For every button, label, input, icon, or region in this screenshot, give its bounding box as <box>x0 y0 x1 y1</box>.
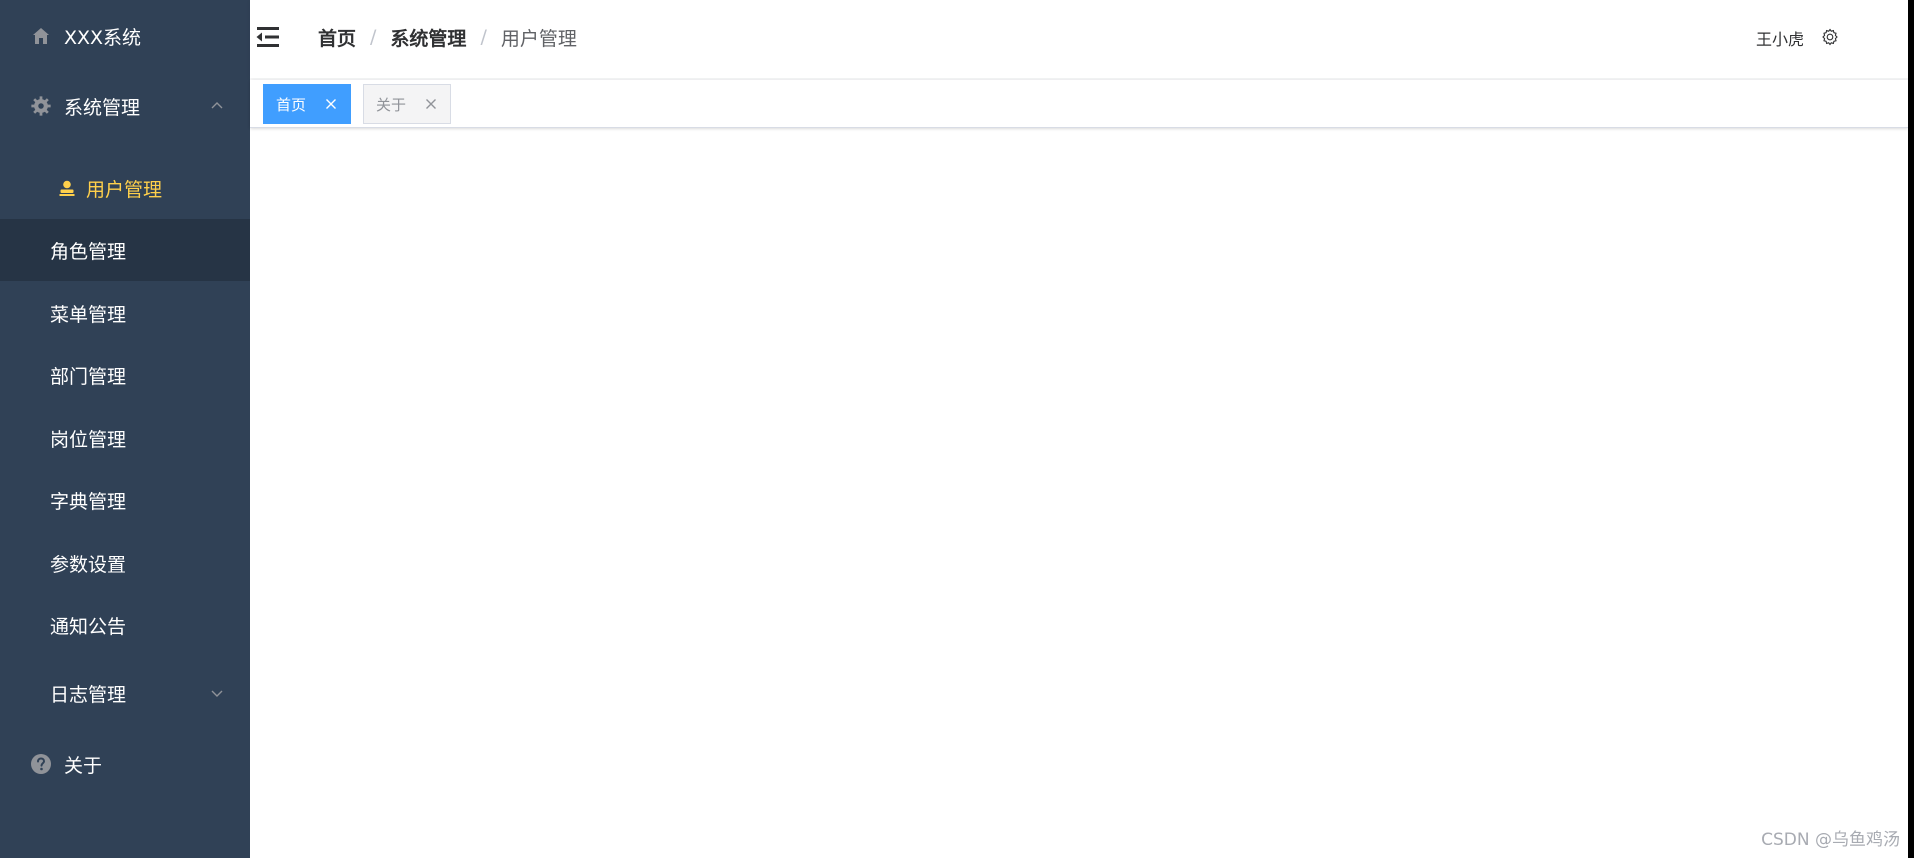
app-root: XXX系统 系统管理 用户管理 角色管理 菜单管理 部门管理 岗位管理 字典管理… <box>0 0 1914 858</box>
close-icon[interactable] <box>324 97 338 111</box>
gear-icon <box>30 95 52 117</box>
user-icon <box>56 177 78 199</box>
breadcrumb-system[interactable]: 系统管理 <box>390 24 466 51</box>
sidebar-item-dict-management[interactable]: 字典管理 <box>0 478 250 522</box>
tags-view: 首页 关于 <box>250 80 1908 128</box>
sidebar: XXX系统 系统管理 用户管理 角色管理 菜单管理 部门管理 岗位管理 字典管理… <box>0 0 250 858</box>
menu-system-management[interactable]: 系统管理 <box>0 84 250 128</box>
brand-home[interactable]: XXX系统 <box>0 14 250 58</box>
breadcrumb: 首页 / 系统管理 / 用户管理 <box>318 23 577 51</box>
breadcrumb-separator: / <box>480 26 487 48</box>
user-name[interactable]: 王小虎 <box>1756 26 1804 50</box>
settings-gear-icon[interactable] <box>1821 28 1839 46</box>
sidebar-item-label: 部门管理 <box>50 365 127 388</box>
sidebar-item-notice[interactable]: 通知公告 <box>0 603 250 647</box>
hamburger-icon[interactable] <box>254 25 280 49</box>
chevron-down-icon <box>210 686 224 700</box>
sidebar-item-log-management[interactable]: 日志管理 <box>0 671 250 715</box>
sidebar-item-param-settings[interactable]: 参数设置 <box>0 541 250 585</box>
sidebar-item-label: 岗位管理 <box>50 428 127 451</box>
breadcrumb-separator: / <box>370 26 377 48</box>
menu-about[interactable]: 关于 <box>0 742 250 786</box>
sidebar-item-user-management[interactable]: 用户管理 <box>0 166 250 210</box>
sidebar-item-label: 日志管理 <box>50 683 127 706</box>
watermark: CSDN @乌鱼鸡汤 <box>1761 830 1900 850</box>
tag-label: 关于 <box>376 95 407 114</box>
brand-label: XXX系统 <box>64 26 142 49</box>
window-edge <box>1908 0 1914 858</box>
tag-home[interactable]: 首页 <box>263 84 352 124</box>
close-icon[interactable] <box>424 97 438 111</box>
chevron-up-icon <box>210 99 224 113</box>
sidebar-item-label: 字典管理 <box>50 490 127 513</box>
menu-system-label: 系统管理 <box>64 96 141 119</box>
sidebar-item-label: 角色管理 <box>50 240 127 263</box>
sidebar-item-dept-management[interactable]: 部门管理 <box>0 353 250 397</box>
question-icon <box>30 753 52 775</box>
sidebar-item-label: 参数设置 <box>50 553 127 576</box>
home-icon <box>30 25 52 47</box>
sidebar-item-role-management[interactable]: 角色管理 <box>0 219 250 281</box>
sidebar-item-label: 通知公告 <box>50 615 127 638</box>
breadcrumb-home[interactable]: 首页 <box>318 24 356 51</box>
tag-label: 首页 <box>276 95 307 114</box>
sidebar-item-post-management[interactable]: 岗位管理 <box>0 416 250 460</box>
sidebar-item-menu-management[interactable]: 菜单管理 <box>0 291 250 335</box>
sidebar-item-label: 用户管理 <box>86 178 163 201</box>
breadcrumb-current: 用户管理 <box>500 27 577 50</box>
tag-about[interactable]: 关于 <box>363 84 452 124</box>
sidebar-item-label: 菜单管理 <box>50 303 127 326</box>
menu-about-label: 关于 <box>64 754 103 777</box>
